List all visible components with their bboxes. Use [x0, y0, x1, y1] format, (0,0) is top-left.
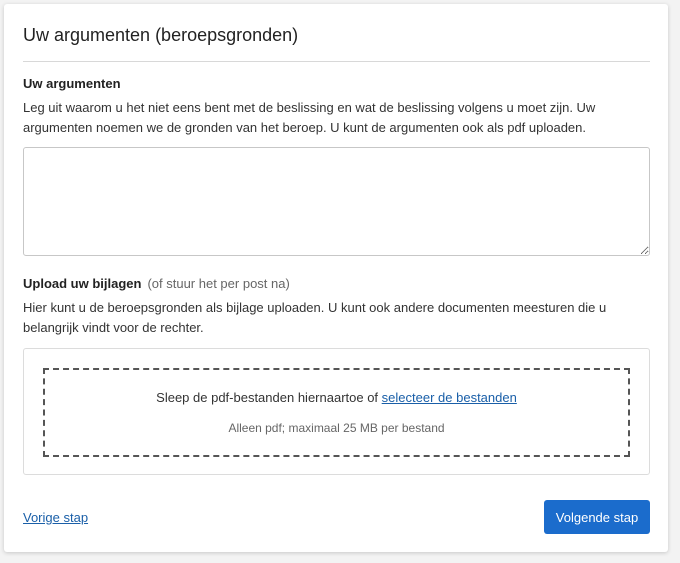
select-files-link[interactable]: selecteer de bestanden — [382, 390, 517, 405]
upload-heading-note: (of stuur het per post na) — [147, 276, 290, 291]
page-title: Uw argumenten (beroepsgronden) — [23, 25, 299, 45]
previous-step-link[interactable]: Vorige stap — [23, 510, 88, 525]
dropzone-text: Sleep de pdf-bestanden hiernaartoe of — [156, 390, 382, 405]
next-step-button[interactable]: Volgende stap — [544, 500, 650, 534]
file-dropzone[interactable]: Sleep de pdf-bestanden hiernaartoe of se… — [43, 368, 630, 457]
dropzone-hint: Alleen pdf; maximaal 25 MB per bestand — [228, 421, 445, 435]
upload-heading: Upload uw bijlagen (of stuur het per post… — [23, 276, 290, 291]
arguments-heading: Uw argumenten — [23, 76, 121, 91]
arguments-textarea[interactable] — [23, 147, 650, 256]
form-card: Uw argumenten (beroepsgronden) Uw argume… — [4, 4, 668, 552]
arguments-description: Leg uit waarom u het niet eens bent met … — [23, 100, 596, 135]
upload-description: Hier kunt u de beroepsgronden als bijlag… — [23, 300, 607, 335]
title-divider — [23, 61, 650, 62]
upload-heading-label: Upload uw bijlagen — [23, 276, 142, 291]
upload-panel: Sleep de pdf-bestanden hiernaartoe of se… — [23, 348, 650, 475]
dropzone-instruction: Sleep de pdf-bestanden hiernaartoe of se… — [45, 390, 628, 405]
